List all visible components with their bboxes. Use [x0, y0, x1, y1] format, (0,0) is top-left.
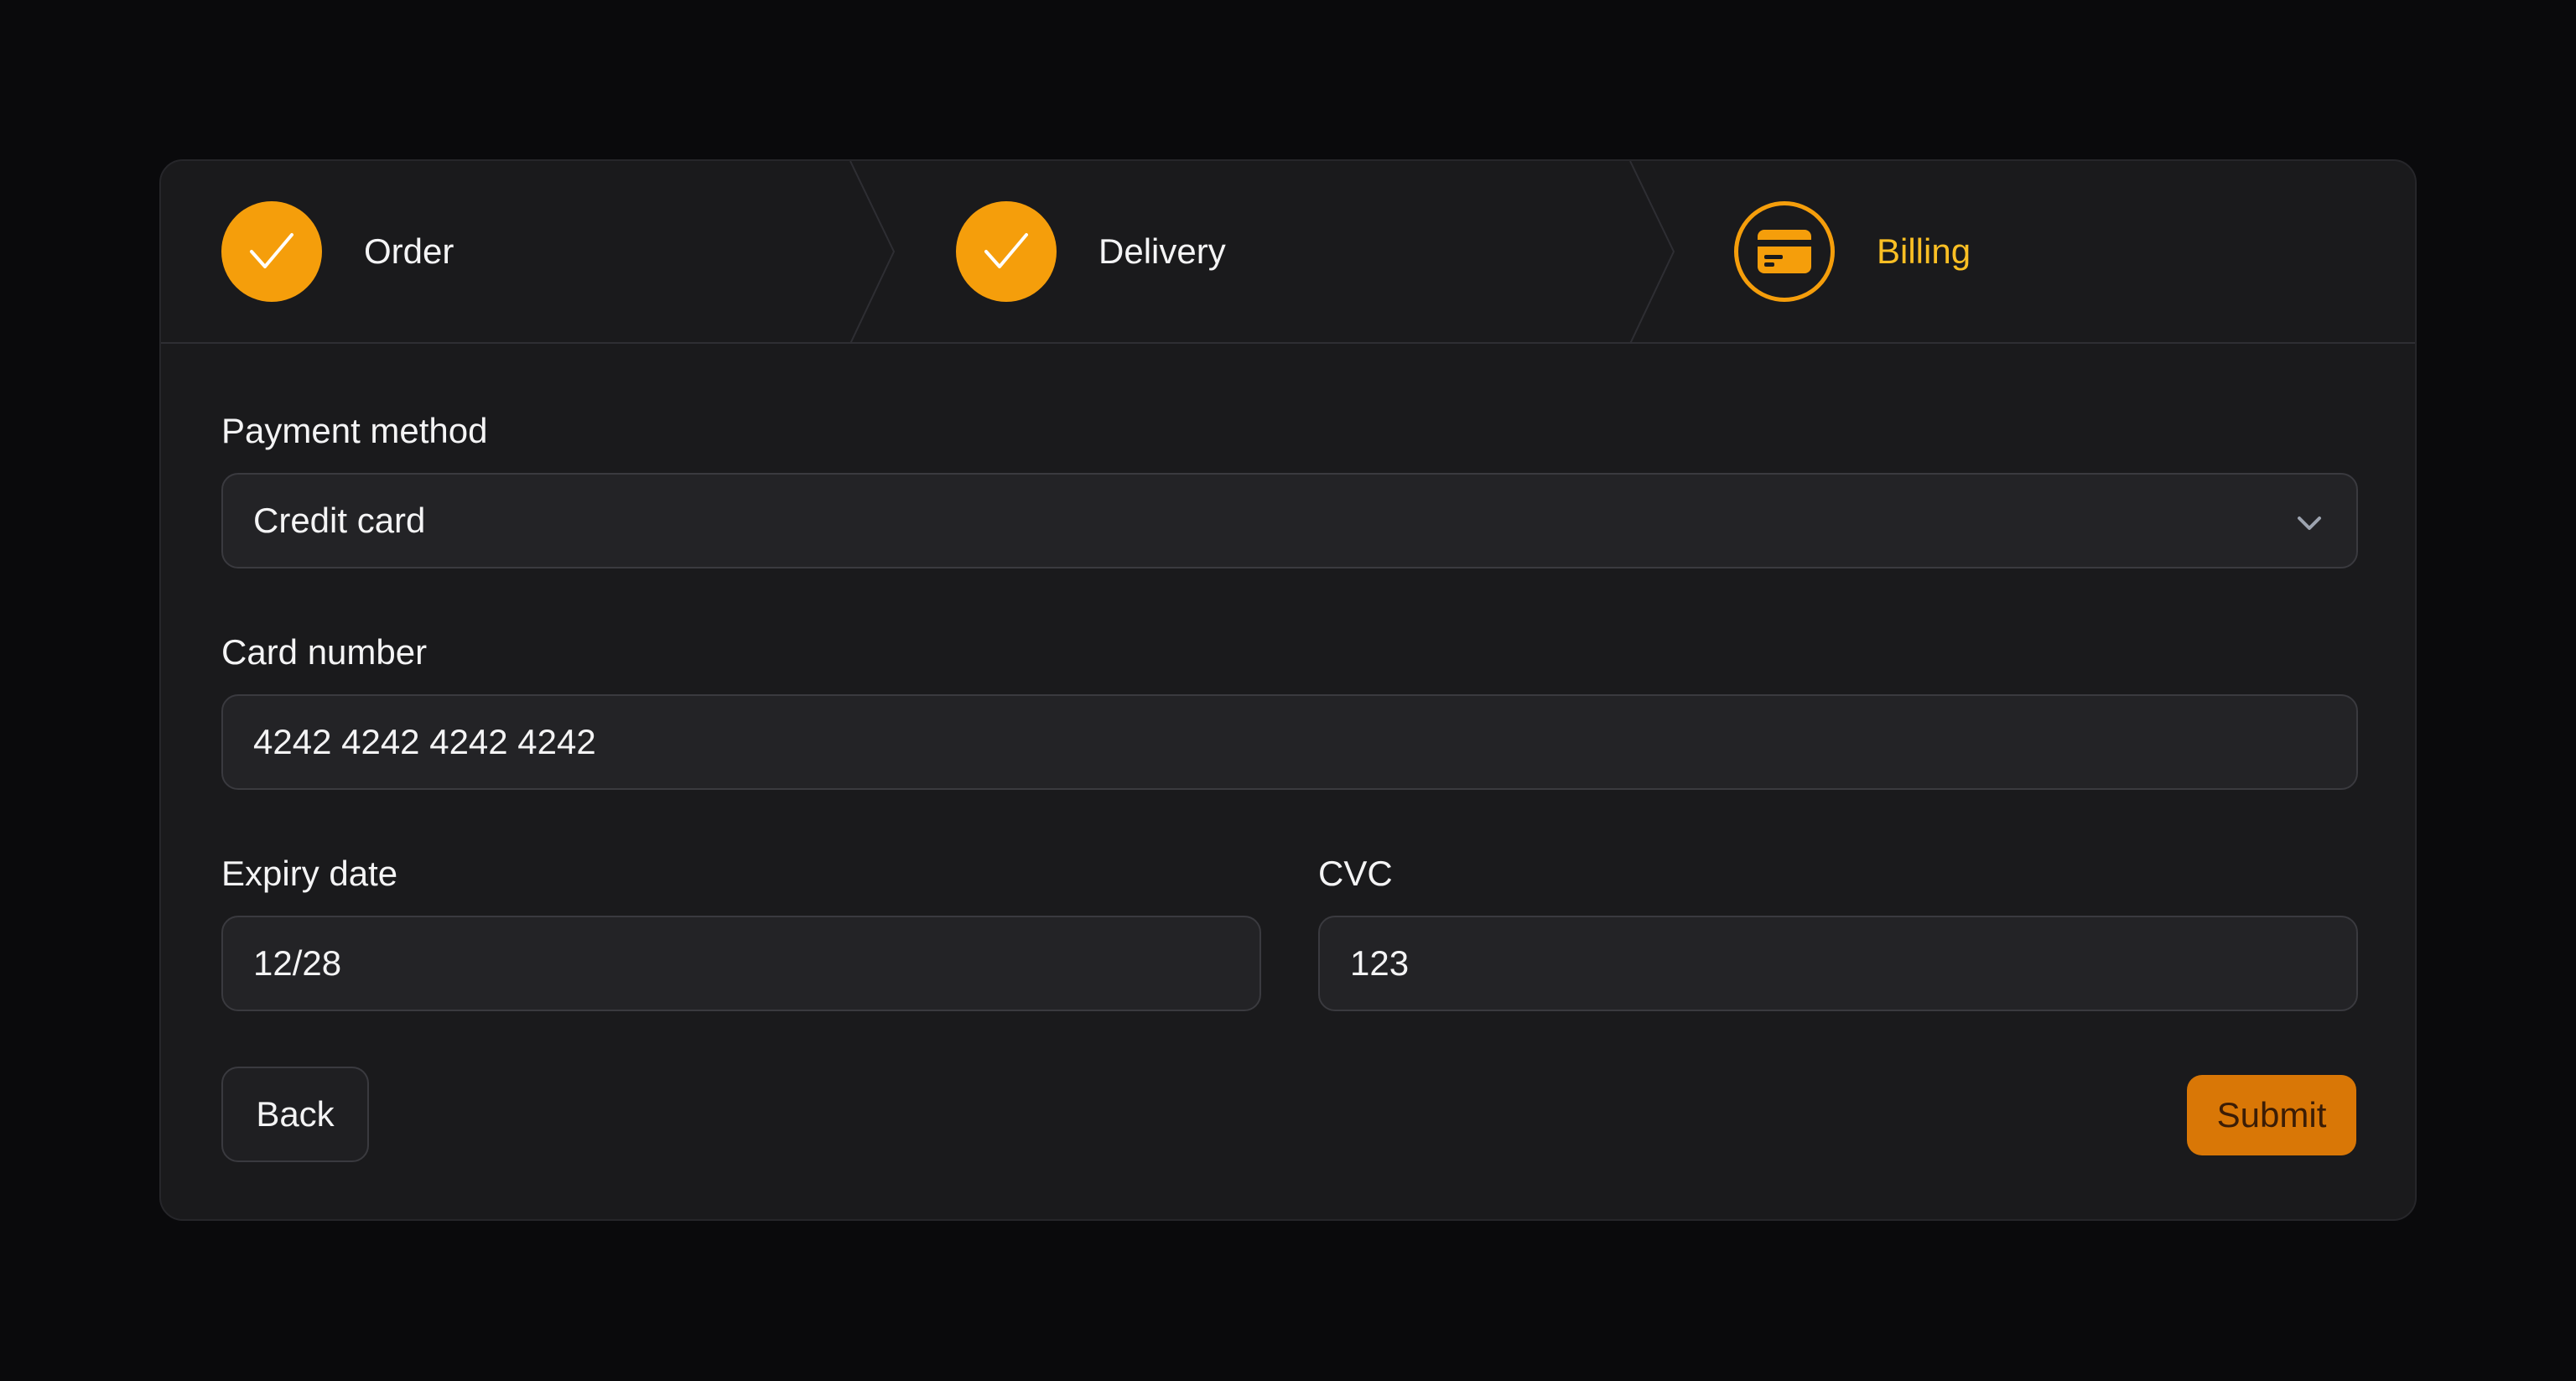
step-order-check-icon: [221, 201, 322, 302]
step-dividers: [849, 161, 1675, 344]
card-number-label: Card number: [221, 632, 428, 672]
payment-method-select[interactable]: Credit card: [221, 473, 2358, 568]
submit-button[interactable]: Submit: [2187, 1075, 2356, 1155]
payment-method-label: Payment method: [221, 411, 488, 450]
step-billing[interactable]: Billing: [1734, 201, 1971, 302]
step-billing-label: Billing: [1877, 231, 1971, 271]
card-number-input[interactable]: 4242 4242 4242 4242: [221, 694, 2358, 790]
cvc-input[interactable]: 123: [1318, 916, 2358, 1011]
credit-card-icon: [1734, 201, 1835, 302]
chevron-down-icon: [2294, 506, 2324, 547]
step-order[interactable]: Order: [221, 201, 454, 302]
step-delivery[interactable]: Delivery: [956, 201, 1226, 302]
progress-stepper: Order Delivery Billing: [161, 161, 2415, 344]
back-button[interactable]: Back: [221, 1067, 369, 1162]
expiry-date-input[interactable]: 12/28: [221, 916, 1261, 1011]
expiry-date-label: Expiry date: [221, 854, 398, 893]
cvc-label: CVC: [1318, 854, 1393, 893]
step-order-label: Order: [364, 231, 454, 271]
expiry-date-value: 12/28: [253, 943, 342, 983]
step-delivery-check-icon: [956, 201, 1057, 302]
cvc-value: 123: [1350, 943, 1410, 983]
step-delivery-label: Delivery: [1098, 231, 1226, 271]
payment-method-value: Credit card: [253, 501, 426, 540]
card-number-value: 4242 4242 4242 4242: [253, 722, 596, 761]
checkout-card: Order Delivery Billing Payment method Cr…: [159, 159, 2417, 1221]
